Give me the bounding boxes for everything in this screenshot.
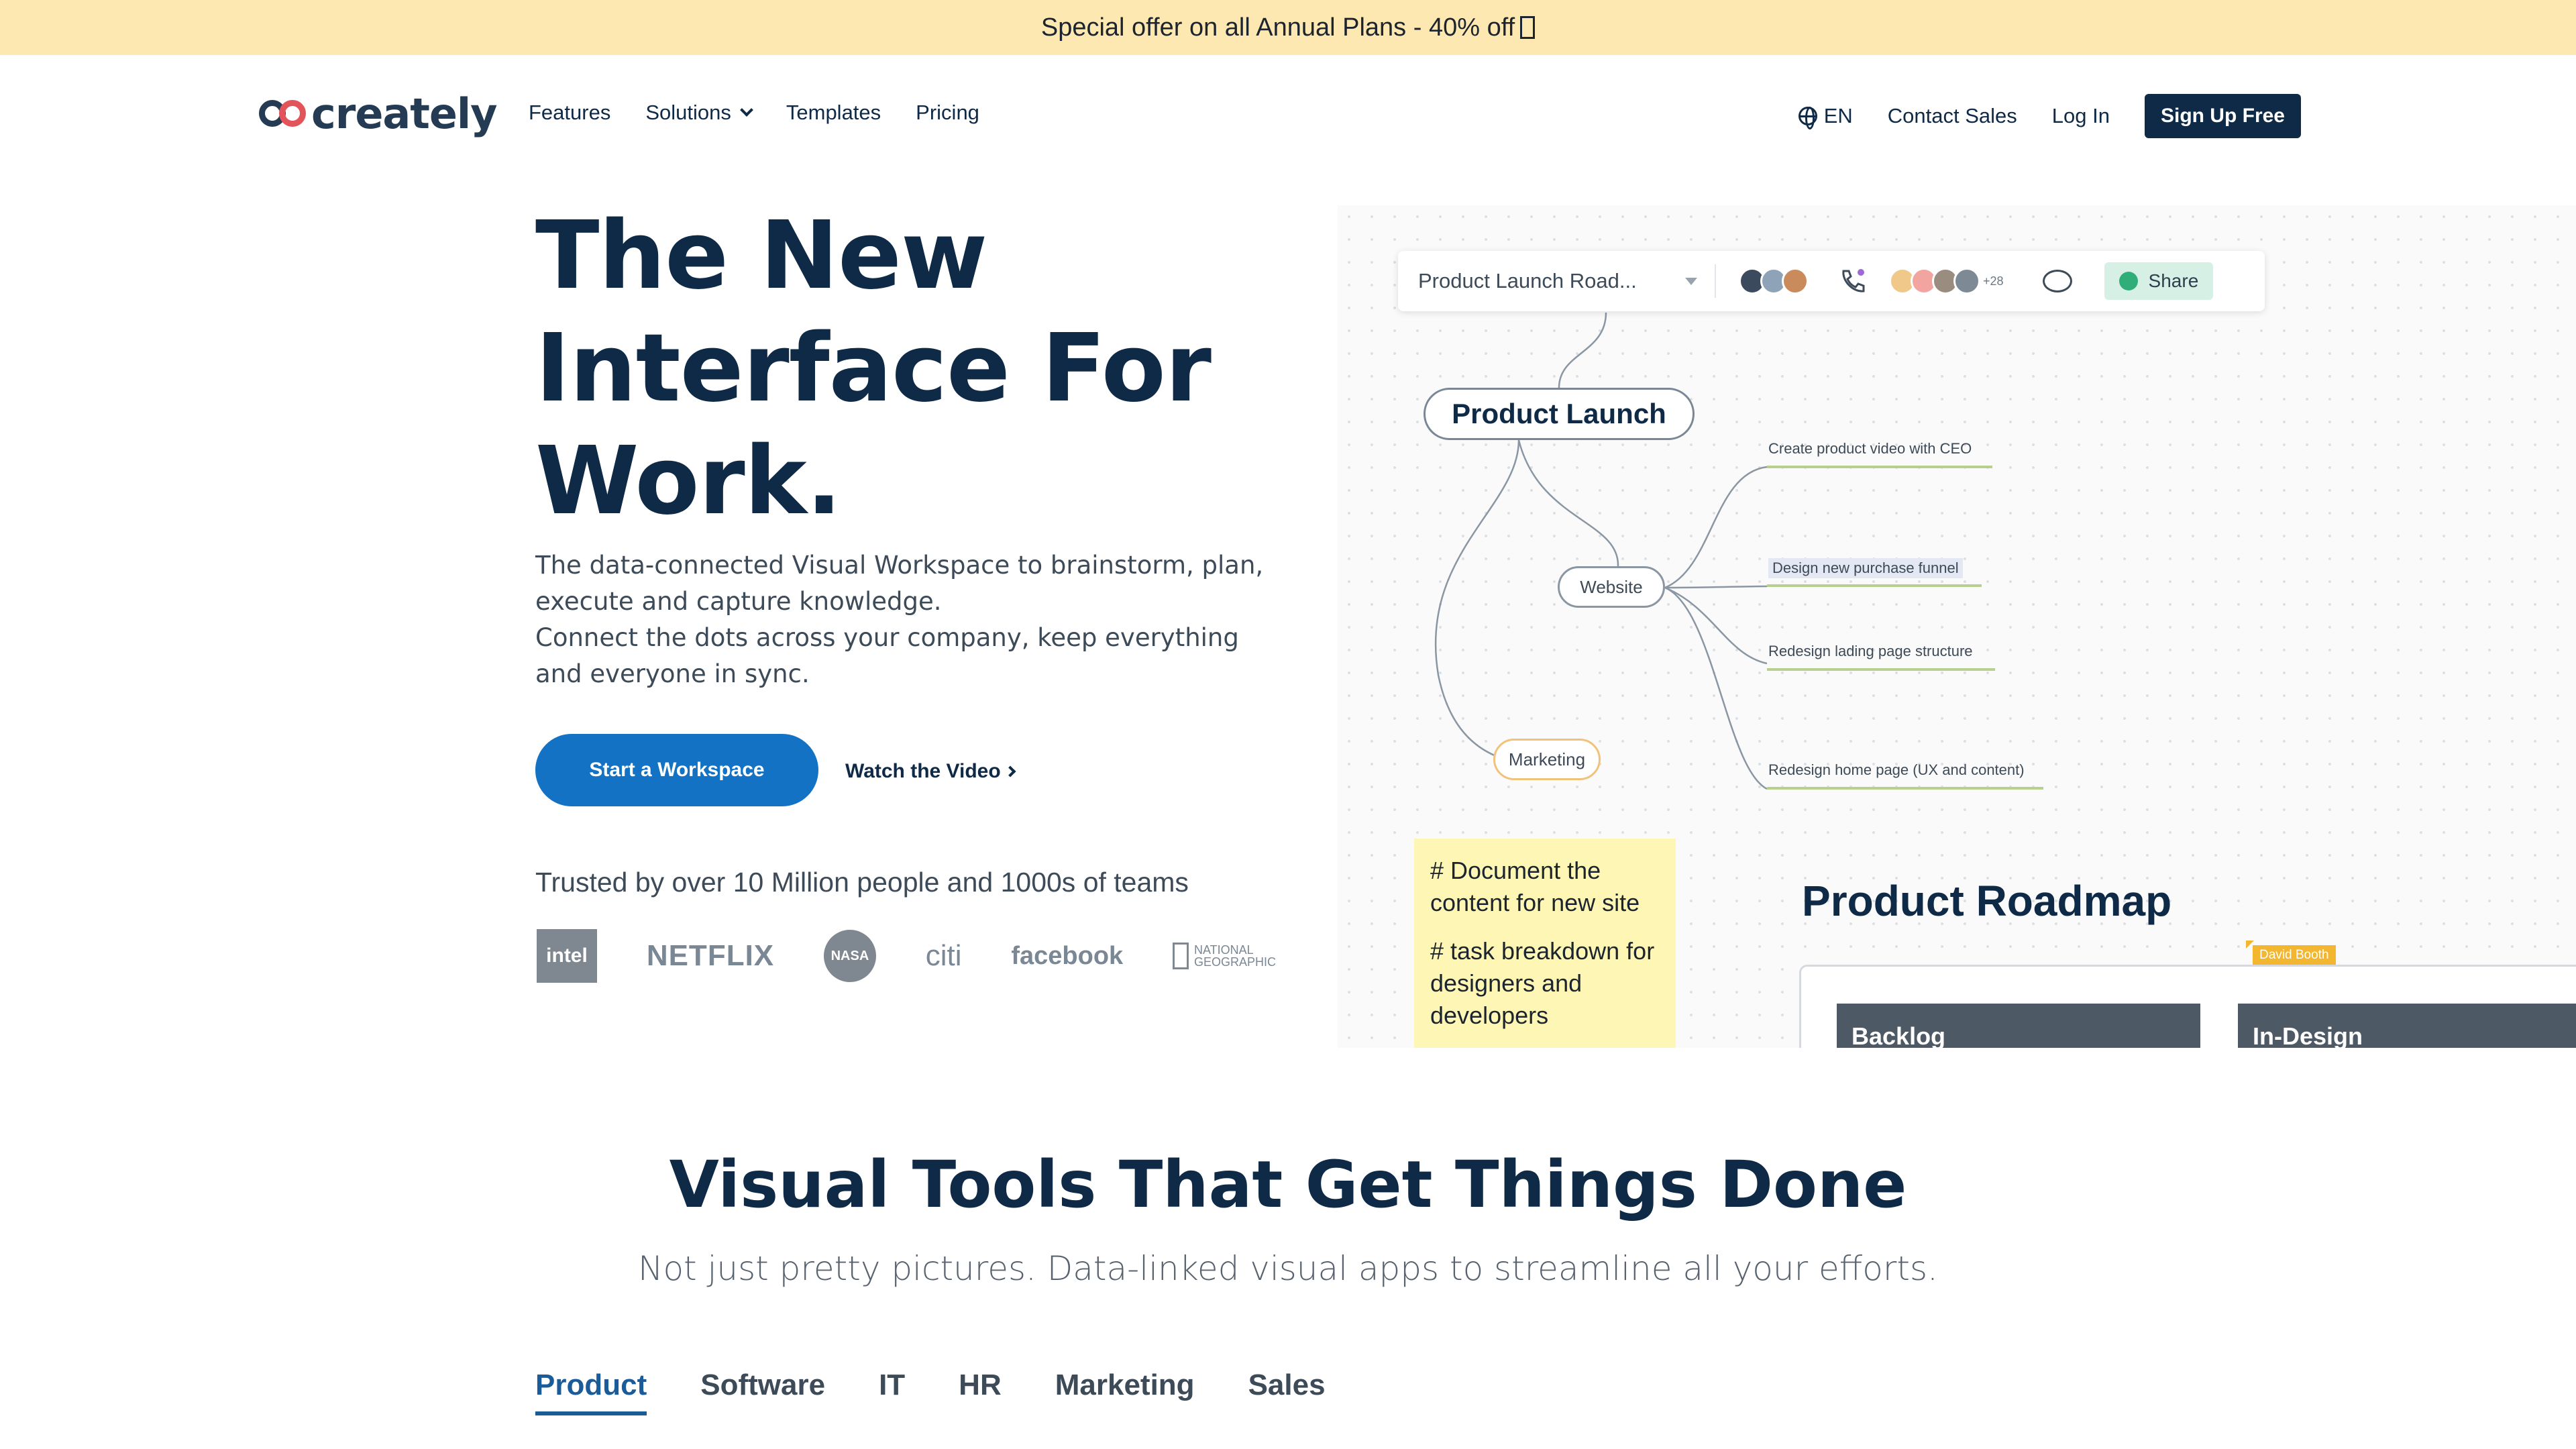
natgeo-text: NATIONAL GEOGRAPHIC bbox=[1194, 943, 1277, 969]
tab-hr[interactable]: HR bbox=[959, 1368, 1002, 1411]
brand-logos: intel NETFLIX NASA citi facebook NATIONA… bbox=[537, 926, 1277, 986]
mindmap-leaf[interactable]: Redesign home page (UX and content) bbox=[1768, 761, 2025, 779]
trusted-by-text: Trusted by over 10 Million people and 10… bbox=[535, 867, 1189, 898]
natgeo-frame-icon bbox=[1173, 943, 1189, 969]
tab-it[interactable]: IT bbox=[879, 1368, 905, 1411]
section-title: Visual Tools That Get Things Done bbox=[669, 1147, 1907, 1222]
start-workspace-button[interactable]: Start a Workspace bbox=[535, 734, 818, 806]
promo-text[interactable]: Special offer on all Annual Plans - 40% … bbox=[1041, 13, 1515, 42]
signup-button[interactable]: Sign Up Free bbox=[2144, 94, 2301, 138]
facebook-logo: facebook bbox=[1011, 941, 1124, 970]
nav-link-solutions[interactable]: Solutions bbox=[645, 101, 753, 125]
mindmap-leaf[interactable]: Redesign lading page structure bbox=[1768, 643, 1973, 660]
roadmap-title: Product Roadmap bbox=[1802, 877, 2172, 925]
more-collaborators-count: +28 bbox=[1983, 274, 2004, 288]
nav-link-features[interactable]: Features bbox=[529, 101, 610, 125]
globe-icon bbox=[1798, 107, 1817, 129]
board-column-backlog[interactable]: Backlog bbox=[1837, 1004, 2200, 1048]
mindmap-root-node[interactable]: Product Launch bbox=[1424, 388, 1695, 440]
tab-product[interactable]: Product bbox=[535, 1368, 647, 1415]
sticky-note-line: # task breakdown for designers and devel… bbox=[1430, 937, 1655, 1029]
use-case-tabs: Product Software IT HR Marketing Sales bbox=[535, 1368, 1379, 1415]
avatar bbox=[1953, 268, 1980, 294]
nav-link-pricing[interactable]: Pricing bbox=[916, 101, 979, 125]
chevron-right-icon bbox=[1004, 765, 1016, 777]
avatar bbox=[1782, 268, 1809, 294]
document-menu-caret-icon[interactable] bbox=[1685, 277, 1697, 285]
logo-mark-icon bbox=[259, 100, 306, 127]
comment-icon[interactable] bbox=[2042, 270, 2072, 292]
mindmap-node-website[interactable]: Website bbox=[1558, 566, 1665, 608]
tab-software[interactable]: Software bbox=[700, 1368, 825, 1411]
share-button[interactable]: Share bbox=[2104, 262, 2214, 300]
tab-marketing[interactable]: Marketing bbox=[1055, 1368, 1195, 1411]
nav-link-templates[interactable]: Templates bbox=[786, 101, 881, 125]
globe-icon bbox=[2118, 272, 2138, 290]
contact-sales-link[interactable]: Contact Sales bbox=[1888, 104, 2017, 128]
hero-description-line-2: Connect the dots across your company, ke… bbox=[535, 623, 1239, 688]
citi-logo: citi bbox=[925, 939, 962, 972]
creately-logo[interactable]: creately bbox=[259, 89, 498, 138]
chevron-down-icon bbox=[739, 103, 753, 117]
toolbar-divider bbox=[1715, 264, 1716, 298]
nasa-logo: NASA bbox=[823, 930, 876, 982]
sticky-note[interactable]: # Document the content for new site # ta… bbox=[1414, 839, 1676, 1048]
section-subtitle: Not just pretty pictures. Data-linked vi… bbox=[638, 1249, 1938, 1288]
active-users[interactable] bbox=[1739, 268, 1809, 294]
hero-description-line-1: The data-connected Visual Workspace to b… bbox=[535, 551, 1264, 616]
mindmap-leaf[interactable]: Create product video with CEO bbox=[1768, 440, 1972, 458]
watch-video-link[interactable]: Watch the Video bbox=[845, 760, 1016, 783]
nav-right: EN Contact Sales Log In Sign Up Free bbox=[1798, 94, 2301, 138]
board-column-in-design[interactable]: In-Design bbox=[2238, 1004, 2576, 1048]
mindmap-leaf[interactable]: Design new purchase funnel bbox=[1768, 558, 1963, 578]
tab-sales[interactable]: Sales bbox=[1248, 1368, 1326, 1411]
sticky-note-line: # Document the content for new site bbox=[1430, 857, 1640, 916]
language-label: EN bbox=[1823, 104, 1853, 127]
phone-icon[interactable] bbox=[1838, 267, 1866, 295]
document-name[interactable]: Product Launch Road... bbox=[1418, 269, 1673, 293]
mindmap-node-marketing[interactable]: Marketing bbox=[1493, 739, 1601, 780]
promo-banner[interactable]: Special offer on all Annual Plans - 40% … bbox=[0, 0, 2576, 55]
watch-video-label: Watch the Video bbox=[845, 760, 1001, 782]
nav-links: Features Solutions Templates Pricing bbox=[529, 101, 1014, 125]
workspace-canvas-preview: Product Launch Road... +28 Share Product… bbox=[1338, 205, 2576, 1048]
netflix-logo: NETFLIX bbox=[646, 939, 775, 972]
login-link[interactable]: Log In bbox=[2052, 104, 2110, 128]
hero-description: The data-connected Visual Workspace to b… bbox=[535, 547, 1273, 692]
hero-title: The New Interface For Work. bbox=[535, 201, 1212, 536]
logo-text: creately bbox=[311, 89, 498, 138]
top-nav: creately Features Solutions Templates Pr… bbox=[0, 55, 2576, 176]
intel-logo: intel bbox=[537, 929, 597, 983]
gift-icon bbox=[1520, 16, 1536, 39]
nav-link-solutions-label: Solutions bbox=[645, 101, 731, 124]
national-geographic-logo: NATIONAL GEOGRAPHIC bbox=[1173, 929, 1277, 983]
canvas-toolbar: Product Launch Road... +28 Share bbox=[1398, 251, 2265, 311]
language-selector[interactable]: EN bbox=[1798, 104, 1853, 129]
collaborators[interactable]: +28 bbox=[1889, 268, 2004, 294]
share-label: Share bbox=[2148, 270, 2199, 291]
cursor-user-label: David Booth bbox=[2253, 945, 2336, 965]
